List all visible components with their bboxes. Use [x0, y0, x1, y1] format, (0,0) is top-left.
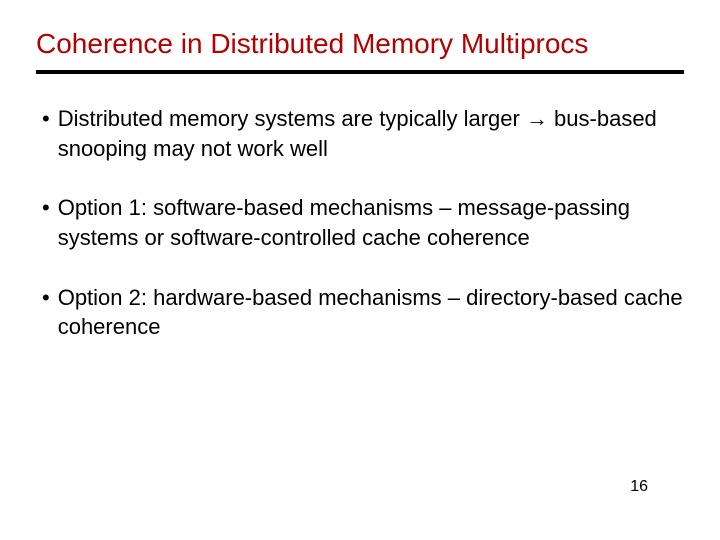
- title-underline: [36, 70, 684, 74]
- bullet-text: Option 1: software-based mechanisms – me…: [58, 193, 684, 252]
- bullet-list: • Distributed memory systems are typical…: [42, 104, 684, 342]
- bullet-dot-icon: •: [42, 104, 50, 134]
- list-item: • Distributed memory systems are typical…: [42, 104, 684, 163]
- slide-title: Coherence in Distributed Memory Multipro…: [36, 28, 684, 60]
- bullet-text: Distributed memory systems are typically…: [58, 104, 684, 163]
- bullet-text: Option 2: hardware-based mechanisms – di…: [58, 283, 684, 342]
- list-item: • Option 1: software-based mechanisms – …: [42, 193, 684, 252]
- bullet-dot-icon: •: [42, 193, 50, 223]
- bullet-dot-icon: •: [42, 283, 50, 313]
- slide: Coherence in Distributed Memory Multipro…: [0, 0, 720, 540]
- page-number: 16: [630, 478, 648, 496]
- list-item: • Option 2: hardware-based mechanisms – …: [42, 283, 684, 342]
